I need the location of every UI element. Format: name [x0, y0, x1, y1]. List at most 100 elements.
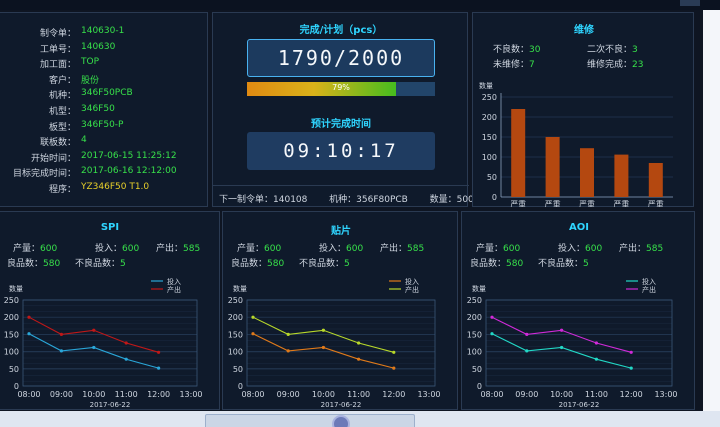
progress-title: 完成/计划（pcs） [299, 25, 383, 36]
data-point [157, 366, 161, 370]
next-qty-label: 数量： [429, 195, 457, 205]
data-point [92, 345, 96, 350]
order-field-value: 346F50-P [81, 119, 124, 130]
x-tick-label: 08:00 [241, 390, 264, 399]
window-control[interactable] [680, 0, 700, 6]
data-point [251, 315, 255, 319]
bar [545, 137, 560, 197]
station-input: 投入：600 [95, 244, 140, 254]
x-tick-label: 10:00 [550, 390, 573, 399]
x-tick-label: 13:00 [179, 390, 202, 399]
y-tick-label: 200 [4, 313, 19, 322]
y-tick-label: 250 [4, 296, 19, 305]
repair-bar-chart: 数量 0 50 100 150 200 250 严重 严重 严重 严重 严重 [479, 81, 673, 207]
taskbar-tab[interactable] [205, 414, 415, 427]
order-field-value: 股份 [81, 75, 100, 86]
taskbar-app-icon[interactable] [332, 415, 350, 427]
y-tick-label: 150 [4, 330, 19, 339]
data-point [124, 357, 128, 361]
x-tick-label: 09:00 [50, 390, 73, 399]
series-line [491, 333, 632, 369]
data-point [392, 366, 396, 370]
x-tick-label: 09:00 [515, 390, 538, 399]
order-field-label: 开始时间： [30, 153, 76, 164]
station-good: 良品数：580 [470, 259, 524, 269]
legend-label: 产出 [642, 285, 656, 294]
legend-label: 投入 [405, 277, 419, 286]
station-yield: 产出：585 [380, 244, 425, 254]
x-tick-label: 严重 [648, 199, 664, 207]
data-point [357, 357, 361, 361]
repair-stat-repaired: 维修完成：23 [587, 60, 644, 70]
y-axis-label: 数量 [479, 81, 493, 90]
y-tick-label: 250 [467, 296, 482, 305]
y-tick-label: 100 [482, 153, 497, 162]
bar [580, 148, 594, 197]
x-tick-label: 13:00 [417, 390, 440, 399]
station-output: 产量：600 [237, 244, 282, 254]
order-field-value: 2017-06-16 12:12:00 [81, 166, 177, 177]
station-bad: 不良品数：5 [75, 259, 126, 269]
plot-frame [22, 299, 198, 387]
x-tick-label: 10:00 [312, 390, 335, 399]
data-point [525, 349, 529, 353]
placement-line-chart: 数量05010015020025008:00 09:00 10:00 11:00 12:… [228, 277, 441, 409]
order-field-label: 板型： [48, 122, 76, 133]
eta-title: 预计完成时间 [311, 119, 371, 130]
x-tick-label: 11:00 [585, 390, 608, 399]
x-axis-label: 2017-06-22 [90, 401, 131, 409]
data-point [157, 350, 161, 354]
order-field-value: TOP [81, 57, 100, 68]
data-point [594, 341, 598, 345]
data-point [392, 350, 396, 354]
y-tick-label: 50 [233, 365, 243, 374]
station-output: 产量：600 [13, 244, 58, 254]
x-tick-label: 严重 [613, 199, 629, 207]
order-field-label: 目标完成时间： [12, 169, 76, 180]
order-field-label: 机型： [48, 107, 76, 117]
x-tick-label: 08:00 [480, 390, 503, 399]
data-point [92, 328, 96, 332]
data-point [27, 332, 31, 336]
x-tick-label: 12:00 [147, 390, 170, 399]
order-field-value: 4 [81, 135, 87, 146]
data-point [560, 328, 564, 332]
x-tick-label: 11:00 [115, 390, 138, 399]
y-tick-label: 150 [228, 330, 243, 339]
order-field-value: 346F50 [81, 104, 115, 114]
order-field-value: 140630 [81, 41, 116, 52]
order-field-value: 140630-1 [81, 26, 125, 36]
repair-stat-second-bad: 二次不良：3 [587, 45, 638, 55]
y-tick-label: 100 [4, 348, 19, 357]
y-tick-label: 0 [492, 193, 497, 202]
data-point [357, 341, 361, 345]
data-point [27, 315, 31, 319]
station-yield: 产出：585 [156, 244, 201, 254]
data-point [59, 349, 63, 353]
progress-percent: 79% [332, 83, 350, 92]
y-tick-label: 150 [467, 330, 482, 339]
plot-frame [246, 299, 436, 387]
taskbar [0, 411, 720, 427]
data-point [321, 345, 325, 350]
station-title: AOI [569, 222, 589, 233]
order-field-label: 工单号： [39, 44, 76, 55]
y-tick-label: 50 [9, 365, 19, 374]
y-tick-label: 200 [228, 313, 243, 322]
data-point [629, 366, 633, 370]
eta-time: 09:10:17 [247, 132, 435, 170]
x-tick-label: 09:00 [277, 390, 300, 399]
data-point [251, 332, 255, 336]
data-point [321, 328, 325, 332]
x-tick-label: 严重 [510, 199, 526, 207]
y-tick-label: 200 [467, 313, 482, 322]
data-point [629, 350, 633, 354]
series-line [28, 333, 159, 369]
completion-progress-bar: 79% [247, 82, 435, 96]
order-field-label: 加工面： [39, 60, 76, 71]
x-tick-label: 10:00 [82, 390, 105, 399]
station-input: 投入：600 [319, 244, 364, 254]
data-point [286, 349, 290, 353]
y-axis-label: 数量 [233, 284, 247, 293]
y-tick-label: 50 [487, 173, 497, 182]
